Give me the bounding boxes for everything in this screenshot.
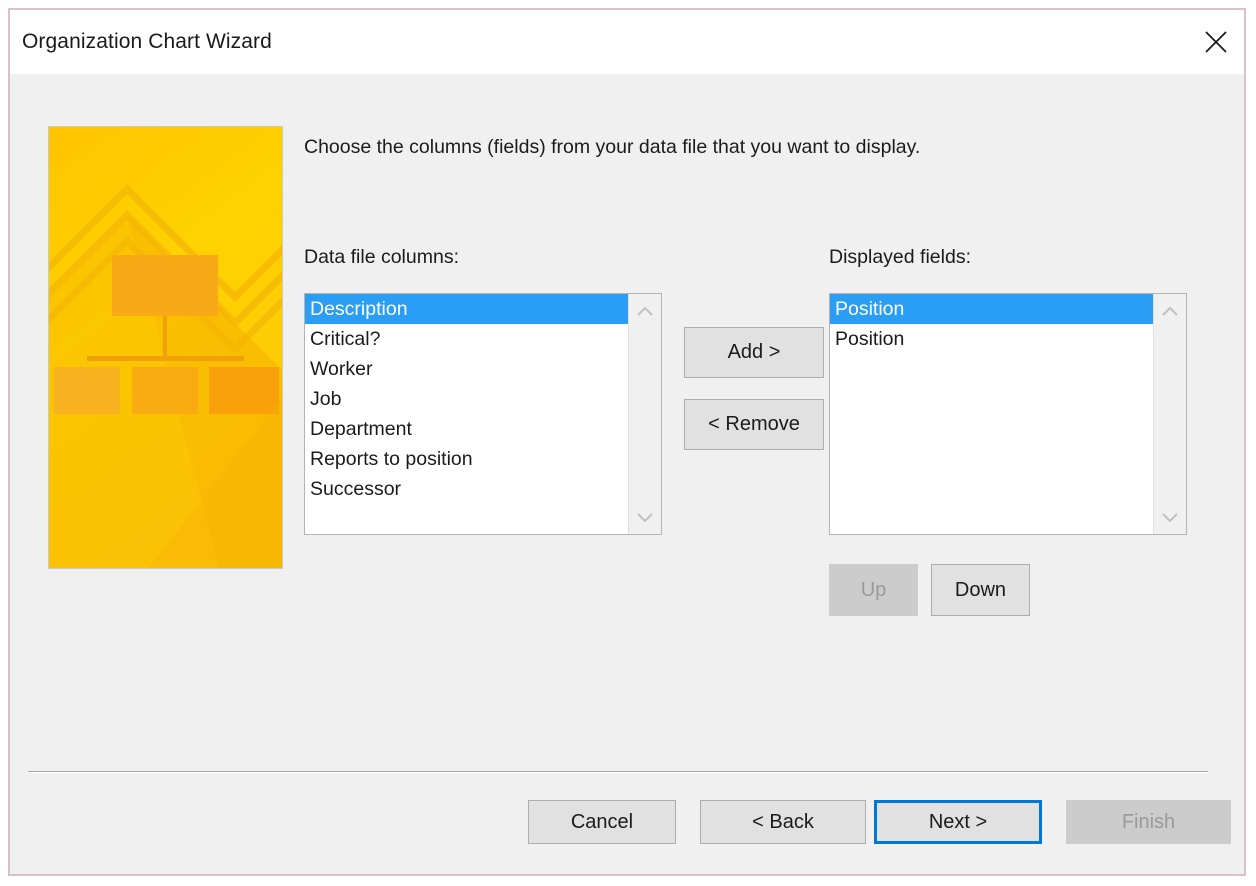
data-file-columns-list: Description Critical? Worker Job Departm… (305, 294, 628, 534)
move-up-button: Up (829, 564, 918, 616)
window-title: Organization Chart Wizard (22, 30, 272, 53)
data-file-columns-listbox[interactable]: Description Critical? Worker Job Departm… (304, 293, 662, 535)
close-icon (1203, 29, 1229, 55)
chevron-down-icon (636, 512, 654, 523)
move-down-button[interactable]: Down (931, 564, 1030, 616)
back-button[interactable]: < Back (700, 800, 866, 844)
next-button[interactable]: Next > (874, 800, 1042, 844)
chevron-up-icon (636, 306, 654, 317)
instruction-text: Choose the columns (fields) from your da… (304, 136, 921, 158)
add-button[interactable]: Add > (684, 327, 824, 378)
chevron-down-icon (1161, 512, 1179, 523)
footer-separator (28, 771, 1208, 773)
list-item[interactable]: Job (305, 384, 628, 414)
displayed-fields-list: Position Position (830, 294, 1153, 534)
data-file-columns-scrollbar[interactable] (628, 294, 661, 534)
remove-button[interactable]: < Remove (684, 399, 824, 450)
list-item[interactable]: Department (305, 414, 628, 444)
displayed-fields-label: Displayed fields: (829, 246, 971, 268)
list-item[interactable]: Position (830, 294, 1153, 324)
org-chart-wizard-banner (48, 126, 283, 569)
close-button[interactable] (1188, 11, 1244, 73)
dialog-body: Choose the columns (fields) from your da… (10, 74, 1244, 874)
scroll-down-button[interactable] (629, 506, 661, 528)
title-bar: Organization Chart Wizard (10, 10, 1244, 74)
list-item[interactable]: Worker (305, 354, 628, 384)
displayed-fields-scrollbar[interactable] (1153, 294, 1186, 534)
list-item[interactable]: Critical? (305, 324, 628, 354)
banner-illustration (49, 127, 282, 568)
displayed-fields-listbox[interactable]: Position Position (829, 293, 1187, 535)
list-item[interactable]: Description (305, 294, 628, 324)
scroll-up-button[interactable] (1154, 300, 1186, 322)
wizard-dialog: Organization Chart Wizard Choose the col… (8, 8, 1246, 876)
list-item[interactable]: Reports to position (305, 444, 628, 474)
finish-button: Finish (1066, 800, 1231, 844)
data-file-columns-label: Data file columns: (304, 246, 459, 268)
scroll-down-button[interactable] (1154, 506, 1186, 528)
chevron-up-icon (1161, 306, 1179, 317)
list-item[interactable]: Position (830, 324, 1153, 354)
scroll-up-button[interactable] (629, 300, 661, 322)
list-item[interactable]: Successor (305, 474, 628, 504)
cancel-button[interactable]: Cancel (528, 800, 676, 844)
